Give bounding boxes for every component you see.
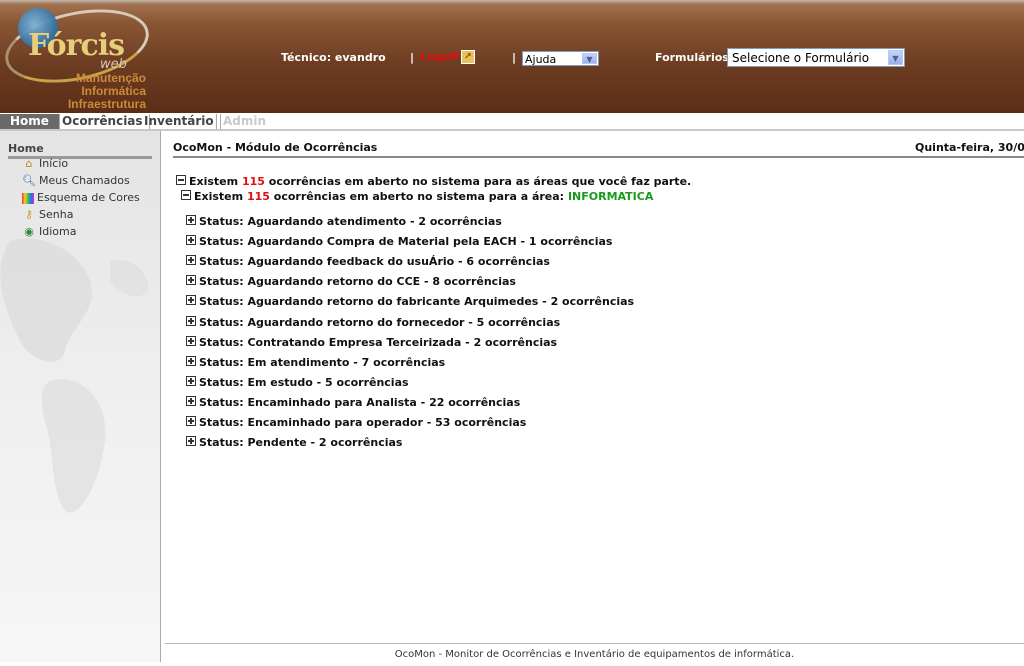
status-row[interactable]: Status: Aguardando retorno do CCE - 8 oc… bbox=[186, 275, 516, 288]
page-title: OcoMon - Módulo de Ocorrências bbox=[173, 141, 378, 154]
status-label: Status: Encaminhado para operador - 53 o… bbox=[199, 416, 527, 429]
expand-icon[interactable] bbox=[186, 235, 196, 246]
sidebar-item-senha[interactable]: ⚷ Senha bbox=[22, 207, 73, 223]
sidebar-item-label: Meus Chamados bbox=[39, 174, 130, 187]
area-node[interactable]: Existem 115 ocorrências em aberto no sis… bbox=[181, 190, 653, 203]
sidebar: Home ⌂ Início 🔍︎ Meus Chamados Esquema d… bbox=[0, 131, 161, 643]
status-label: Status: Pendente - 2 ocorrências bbox=[199, 436, 403, 450]
forms-label: Formulários: bbox=[655, 51, 734, 64]
status-row[interactable]: Status: Aguardando retorno do fabricante… bbox=[186, 295, 634, 308]
separator: | bbox=[512, 51, 517, 64]
status-row[interactable]: Status: Em atendimento - 7 ocorrências bbox=[186, 355, 446, 369]
sidebar-item-label: Idioma bbox=[39, 225, 77, 238]
status-label: Status: Contratando Empresa Terceirizada… bbox=[199, 335, 558, 349]
status-label: Status: Aguardando Compra de Material pe… bbox=[199, 235, 613, 249]
area-middle: ocorrências em aberto no sistema para a … bbox=[273, 190, 565, 203]
expand-icon[interactable] bbox=[186, 215, 196, 225]
status-label: Status: Aguardando feedback do usuÁrio -… bbox=[199, 255, 550, 269]
sidebar-item-esquema-de-cores[interactable]: Esquema de Cores bbox=[22, 190, 140, 206]
sidebar-item-idioma[interactable]: ◉ Idioma bbox=[22, 224, 76, 240]
main-content: OcoMon - Módulo de Ocorrências Quinta-fe… bbox=[165, 131, 1024, 643]
sidebar-item-meus-chamados[interactable]: 🔍︎ Meus Chamados bbox=[22, 173, 130, 189]
header-top-line bbox=[0, 0, 1024, 4]
expand-icon[interactable] bbox=[186, 436, 196, 447]
sidebar-item-label: Início bbox=[39, 157, 69, 170]
forms-select-value: Selecione o Formulário bbox=[732, 51, 870, 65]
summary-count: 115 bbox=[241, 175, 265, 188]
area-count: 115 bbox=[246, 190, 270, 203]
expand-icon[interactable] bbox=[186, 375, 196, 386]
expand-icon[interactable] bbox=[186, 395, 196, 406]
logo-subtitle-2: Informática bbox=[81, 84, 146, 98]
collapse-icon[interactable] bbox=[181, 190, 191, 200]
current-date: Quinta-feira, 30/08/20 bbox=[915, 141, 1024, 154]
footer: OcoMon - Monitor de Ocorrências e Invent… bbox=[165, 643, 1024, 663]
summary-suffix: ocorrências em aberto no sistema para as… bbox=[268, 175, 692, 188]
palette-icon bbox=[22, 192, 34, 204]
status-label: Status: Encaminhado para Analista - 22 o… bbox=[199, 395, 521, 409]
logo-subtitle-3: Infraestrutura bbox=[67, 97, 146, 111]
footer-text: OcoMon - Monitor de Ocorrências e Invent… bbox=[394, 649, 795, 660]
status-row[interactable]: Status: Pendente - 2 ocorrências bbox=[186, 436, 402, 449]
logoff-label: Logoff bbox=[420, 50, 459, 63]
main-menu: Home Ocorrências Inventário Admin bbox=[0, 113, 1024, 131]
status-label: Status: Aguardando atendimento - 2 ocorr… bbox=[199, 215, 502, 228]
world-map-watermark bbox=[0, 238, 149, 513]
expand-icon[interactable] bbox=[186, 295, 196, 306]
home-icon: ⌂ bbox=[25, 157, 33, 170]
help-select-value: Ajuda bbox=[525, 53, 557, 66]
tab-ocorrencias[interactable]: Ocorrências bbox=[56, 114, 150, 129]
status-row[interactable]: Status: Em estudo - 5 ocorrências bbox=[186, 375, 409, 389]
status-label: Status: Aguardando retorno do fornecedor… bbox=[199, 315, 561, 329]
sidebar-item-label: Senha bbox=[39, 208, 74, 221]
logoff-link[interactable]: Logoff ↗ bbox=[420, 50, 475, 64]
magnifier-icon: 🔍︎ bbox=[22, 174, 36, 187]
expand-icon[interactable] bbox=[186, 275, 196, 286]
chevron-down-icon: ▼ bbox=[582, 53, 597, 64]
status-row[interactable]: Status: Aguardando retorno do fornecedor… bbox=[186, 315, 561, 329]
sidebar-footer bbox=[0, 643, 161, 662]
collapse-icon[interactable] bbox=[176, 175, 186, 185]
separator: | bbox=[410, 51, 415, 64]
area-prefix: Existem bbox=[194, 190, 244, 203]
forcis-logo[interactable]: Fórcis web Manutenção Informática Infrae… bbox=[0, 0, 156, 112]
expand-icon[interactable] bbox=[186, 335, 196, 346]
summary-prefix: Existem bbox=[189, 175, 239, 188]
logoff-icon: ↗ bbox=[460, 50, 475, 64]
status-row[interactable]: Status: Aguardando Compra de Material pe… bbox=[186, 235, 612, 248]
help-select[interactable]: Ajuda ▼ bbox=[522, 51, 599, 66]
technician-label: Técnico: evandro bbox=[281, 51, 386, 64]
top-header: Fórcis web Manutenção Informática Infrae… bbox=[0, 0, 1024, 113]
module-header: OcoMon - Módulo de Ocorrências Quinta-fe… bbox=[173, 141, 1024, 158]
forms-select[interactable]: Selecione o Formulário ▼ bbox=[727, 48, 905, 67]
sidebar-item-label: Esquema de Cores bbox=[37, 191, 140, 204]
sidebar-item-inicio[interactable]: ⌂ Início bbox=[22, 156, 69, 172]
status-row[interactable]: Status: Encaminhado para Analista - 22 o… bbox=[186, 395, 521, 409]
logo-subtitle-1: Manutenção bbox=[75, 71, 146, 85]
logo-web: web bbox=[100, 57, 127, 72]
eye-icon: ◉ bbox=[24, 225, 34, 238]
status-label: Status: Em estudo - 5 ocorrências bbox=[199, 375, 409, 389]
area-name: INFORMATICA bbox=[567, 190, 654, 203]
status-row[interactable]: Status: Aguardando feedback do usuÁrio -… bbox=[186, 255, 550, 268]
chevron-down-icon: ▼ bbox=[888, 50, 903, 65]
tab-admin: Admin bbox=[216, 114, 272, 129]
status-row[interactable]: Status: Contratando Empresa Terceirizada… bbox=[186, 335, 558, 349]
status-row[interactable]: Status: Encaminhado para operador - 53 o… bbox=[186, 416, 526, 429]
status-row[interactable]: Status: Aguardando atendimento - 2 ocorr… bbox=[186, 215, 502, 228]
tab-home[interactable]: Home bbox=[0, 114, 60, 129]
expand-icon[interactable] bbox=[186, 315, 196, 326]
key-icon: ⚷ bbox=[24, 208, 34, 221]
expand-icon[interactable] bbox=[186, 416, 196, 426]
expand-icon[interactable] bbox=[186, 355, 196, 366]
summary-node[interactable]: Existem 115 ocorrências em aberto no sis… bbox=[176, 175, 691, 188]
expand-icon[interactable] bbox=[186, 255, 196, 266]
status-label: Status: Aguardando retorno do fabricante… bbox=[199, 295, 635, 309]
tab-inventario[interactable]: Inventário bbox=[138, 114, 221, 129]
status-label: Status: Em atendimento - 7 ocorrências bbox=[199, 355, 446, 369]
status-label: Status: Aguardando retorno do CCE - 8 oc… bbox=[199, 275, 516, 289]
